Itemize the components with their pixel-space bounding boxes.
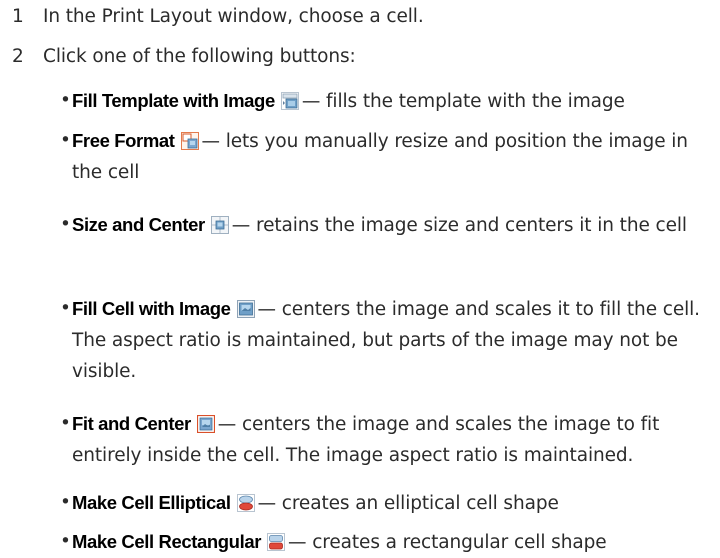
- bullet: •: [60, 90, 71, 111]
- option-term: Fit and Center: [72, 413, 191, 434]
- size-and-center-icon: [210, 216, 229, 234]
- option-make-cell-elliptical: • Make Cell Elliptical — creates an elli…: [60, 487, 712, 519]
- bullet: •: [60, 298, 71, 319]
- option-description: — creates an elliptical cell shape: [257, 493, 559, 514]
- fit-and-center-icon: [196, 415, 215, 433]
- bullet: •: [60, 130, 71, 151]
- fill-cell-icon: [236, 300, 255, 318]
- fill-template-icon: [280, 92, 299, 110]
- make-cell-elliptical-icon: [236, 494, 255, 512]
- step-text: In the Print Layout window, choose a cel…: [43, 6, 424, 27]
- option-fill-cell-with-image: • Fill Cell with Image — centers the ima…: [60, 293, 712, 387]
- option-description: — retains the image size and centers it …: [231, 215, 687, 236]
- option-size-and-center: • Size and Center — retains the image si…: [60, 209, 712, 241]
- step-text: Click one of the following buttons:: [43, 46, 356, 67]
- option-term: Size and Center: [72, 214, 205, 235]
- bullet: •: [60, 214, 71, 235]
- step-number: 2: [12, 46, 24, 67]
- option-term: Make Cell Rectangular: [72, 531, 262, 552]
- option-description: — fills the template with the image: [301, 91, 625, 112]
- option-fit-and-center: • Fit and Center — centers the image and…: [60, 408, 712, 471]
- option-free-format: • Free Format — lets you manually resize…: [60, 125, 712, 188]
- option-term: Free Format: [72, 130, 175, 151]
- bullet: •: [60, 492, 71, 513]
- free-format-icon: [180, 132, 199, 150]
- option-term: Fill Template with Image: [72, 90, 275, 111]
- option-term: Make Cell Elliptical: [72, 492, 231, 513]
- bullet: •: [60, 413, 71, 434]
- option-fill-template-with-image: • Fill Template with Image — fills the t…: [60, 85, 712, 117]
- option-make-cell-rectangular: • Make Cell Rectangular — creates a rect…: [60, 526, 712, 558]
- step-number: 1: [12, 6, 24, 27]
- make-cell-rectangular-icon: [267, 533, 286, 551]
- bullet: •: [60, 531, 71, 552]
- option-term: Fill Cell with Image: [72, 298, 231, 319]
